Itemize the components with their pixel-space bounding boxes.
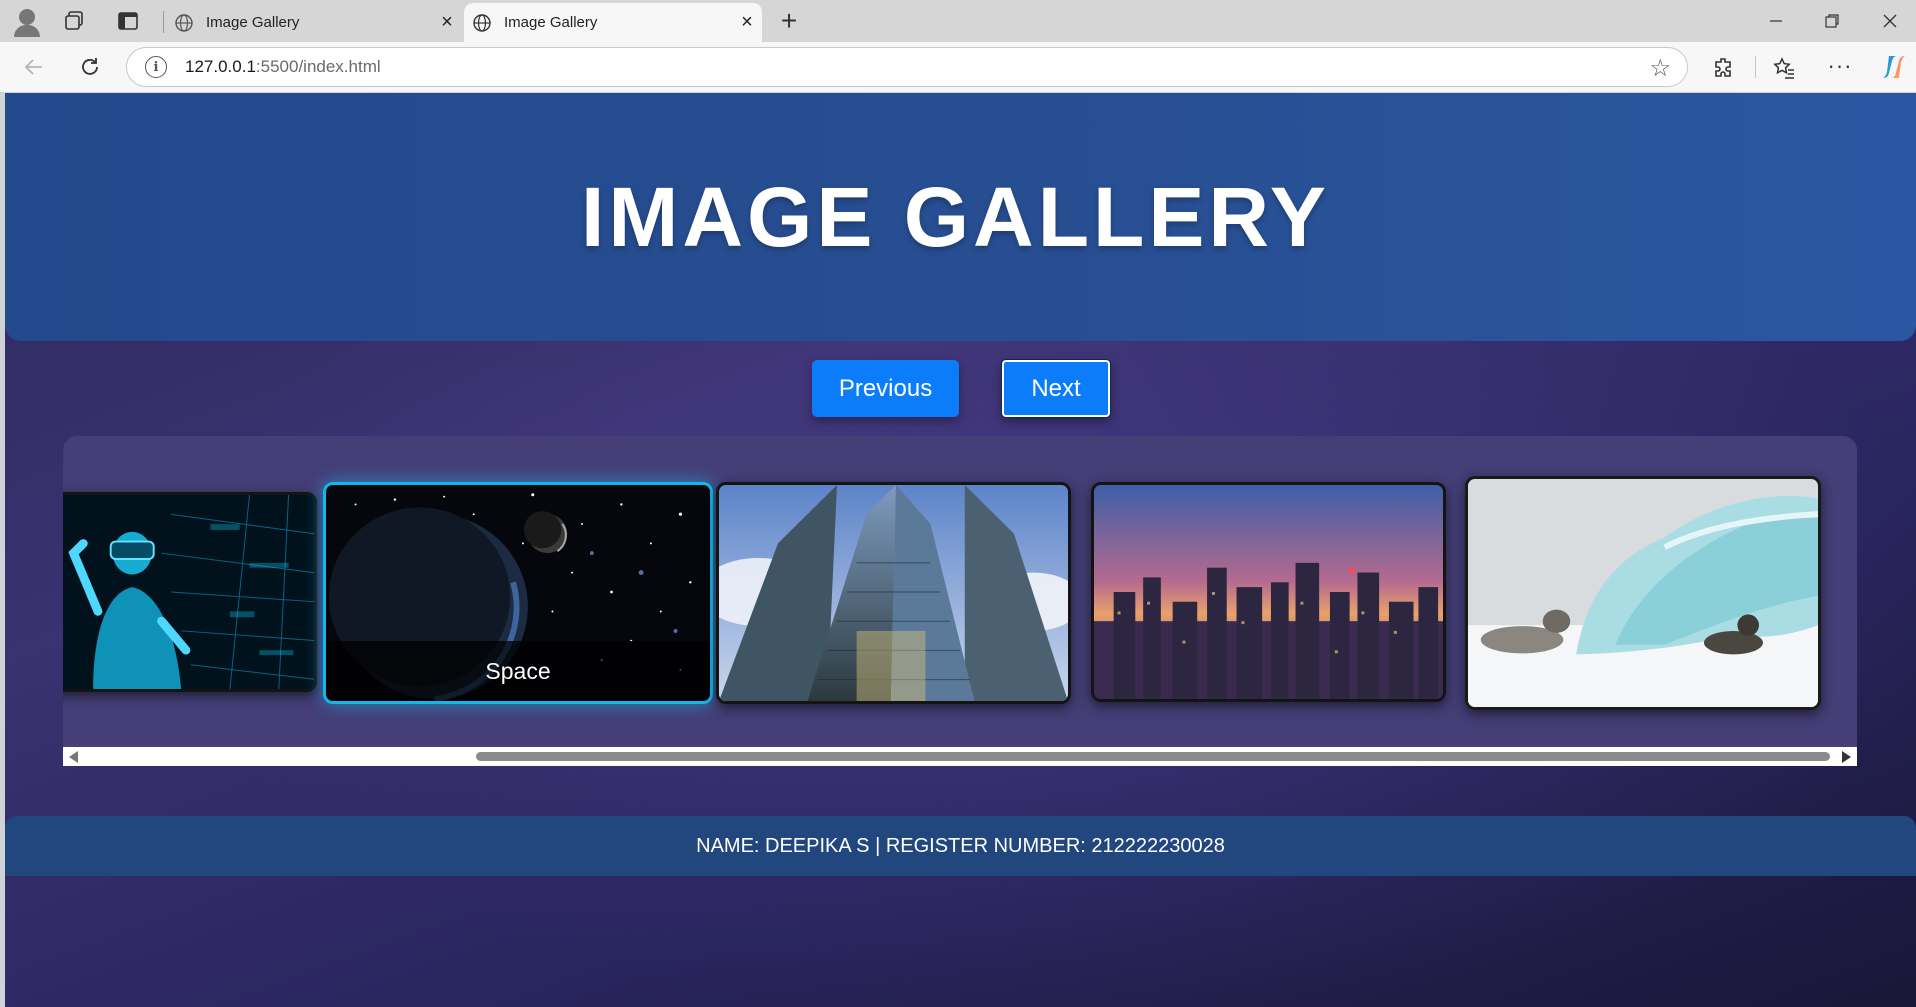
star-icon[interactable]: ☆ [1649,54,1671,83]
gallery-image-space[interactable]: Space [323,482,713,704]
url-host: 127.0.0.1 [185,57,256,76]
workspaces-icon[interactable] [60,8,88,34]
page-title: IMAGE GALLERY [581,169,1330,264]
minimize-icon[interactable] [1756,6,1796,36]
favorites-icon[interactable] [1768,52,1800,84]
image-caption: Space [326,641,710,701]
page-footer: NAME: DEEPIKA S | REGISTER NUMBER: 21222… [5,816,1916,876]
page-header: IMAGE GALLERY [5,93,1916,341]
tab-separator [163,11,164,33]
puzzle-icon[interactable] [1708,52,1740,84]
gallery-container[interactable]: Space [63,436,1857,766]
reload-icon[interactable] [74,51,106,83]
url-path: :5500/index.html [255,57,381,76]
globe-icon [472,13,492,33]
close-icon[interactable]: × [732,11,762,34]
footer-text: NAME: DEEPIKA S | REGISTER NUMBER: 21222… [696,834,1225,857]
copilot-icon[interactable] [1878,51,1910,83]
toolbar-separator [1755,56,1756,78]
gallery-image-city[interactable] [1091,482,1446,702]
close-icon[interactable]: × [432,11,462,34]
gallery-image-seals[interactable] [1465,476,1821,710]
globe-icon [174,13,194,33]
scroll-left-arrow-icon[interactable] [69,751,78,763]
page-viewport: IMAGE GALLERY Previous Next Space NAME: … [5,93,1916,1007]
info-icon[interactable]: i [145,56,167,78]
window-close-icon[interactable] [1870,6,1910,36]
more-icon[interactable]: ··· [1824,50,1856,82]
vertical-tabs-icon[interactable] [114,8,142,34]
browser-tab-1[interactable]: Image Gallery × [166,3,462,42]
horizontal-scrollbar[interactable] [63,747,1857,766]
tab-title: Image Gallery [504,14,598,31]
profile-icon[interactable] [10,5,44,37]
restore-icon[interactable] [1812,6,1852,36]
tab-title: Image Gallery [206,14,300,31]
browser-toolbar: i 127.0.0.1:5500/index.html ☆ ··· [0,42,1916,92]
previous-button[interactable]: Previous [812,360,959,417]
plus-icon[interactable]: + [774,5,804,36]
gallery-image-vr[interactable] [63,492,317,692]
gallery-image-skyscrapers[interactable] [716,482,1071,704]
back-arrow-icon[interactable] [18,51,50,83]
scroll-right-arrow-icon[interactable] [1842,751,1851,763]
browser-tab-2-active[interactable]: Image Gallery × [464,3,762,42]
next-button[interactable]: Next [1001,359,1111,418]
scrollbar-thumb[interactable] [476,752,1830,761]
address-bar[interactable]: i 127.0.0.1:5500/index.html ☆ [126,47,1688,87]
browser-tab-bar: Image Gallery × Image Gallery × + [0,0,1916,42]
